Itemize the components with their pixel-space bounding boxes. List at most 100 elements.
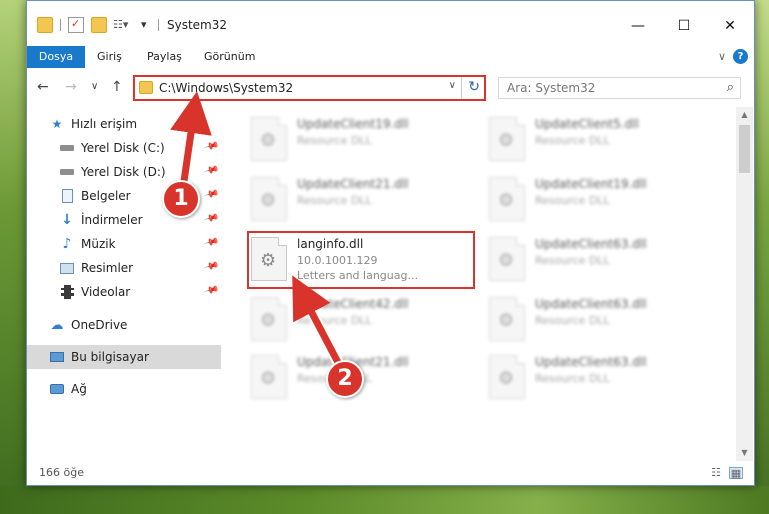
sidebar-item-label: Ağ (71, 382, 87, 396)
search-icon[interactable]: ⌕ (727, 80, 734, 95)
sidebar-item-ag[interactable]: Ağ (27, 377, 221, 401)
help-icon[interactable]: ? (733, 49, 748, 64)
dll-file-icon: ⚙ (489, 177, 525, 221)
close-button[interactable]: ✕ (707, 11, 753, 41)
computer-icon (49, 349, 65, 365)
sidebar-item-hizli-erisim[interactable]: ★ Hızlı erişim (27, 112, 221, 136)
cloud-icon: ☁ (50, 317, 64, 333)
dll-file-icon: ⚙ (489, 297, 525, 341)
address-path[interactable]: C:\Windows\System32 (159, 81, 293, 95)
navigation-pane: ★ Hızlı erişim Yerel Disk (C:) 📌 Yerel D… (27, 107, 221, 457)
file-list: ⚙ UpdateClient19.dll Resource DLL ⚙ Upda… (227, 107, 739, 461)
langinfo-highlight-box (247, 231, 475, 289)
address-divider (461, 77, 462, 99)
sidebar-item-onedrive[interactable]: ☁ OneDrive (27, 313, 221, 337)
quick-access-dropdown-icon[interactable]: ▾ (141, 17, 157, 33)
drive-icon (59, 164, 75, 180)
file-tile[interactable]: ⚙ UpdateClient63.dll Resource DLL (485, 351, 715, 403)
minimize-button[interactable]: — (615, 11, 661, 41)
step-badge-2: 2 (326, 360, 364, 398)
window-title: System32 (167, 18, 228, 32)
file-description: Resource DLL (297, 194, 372, 207)
file-tile[interactable]: ⚙ UpdateClient5.dll Resource DLL (485, 113, 715, 165)
vertical-scrollbar[interactable]: ▲ ▼ (736, 107, 753, 461)
status-bar: 166 öğe ☷ ▦ (27, 461, 754, 485)
sidebar-item-resimler[interactable]: Resimler 📌 (27, 256, 221, 280)
tab-paylas[interactable]: Paylaş (137, 46, 192, 68)
refresh-icon[interactable]: ↻ (468, 79, 480, 95)
sidebar-item-videolar[interactable]: Videolar 📌 (27, 280, 221, 304)
file-description: Resource DLL (535, 134, 610, 147)
sidebar-item-bu-bilgisayar[interactable]: Bu bilgisayar (27, 345, 221, 369)
tab-giris[interactable]: Giriş (87, 46, 132, 68)
pictures-icon (59, 260, 75, 276)
ribbon-collapse-button[interactable]: ∨ (718, 50, 726, 63)
title-bar: ✓ ☷▾ ▾ System32 — ☐ ✕ (27, 1, 754, 43)
search-box[interactable]: ⌕ (498, 77, 741, 99)
dll-file-icon: ⚙ (489, 237, 525, 281)
sidebar-item-label: Hızlı erişim (71, 117, 138, 131)
pin-icon[interactable]: 📌 (203, 139, 219, 155)
forward-button[interactable]: → (65, 79, 77, 95)
sidebar-item-label: Yerel Disk (C:) (81, 141, 165, 155)
navigation-bar: ← → ∨ ↑ C:\Windows\System32 ∨ ↻ ⌕ (27, 71, 754, 105)
address-bar[interactable]: C:\Windows\System32 ∨ ↻ (133, 75, 486, 101)
properties-icon[interactable]: ✓ (68, 17, 84, 33)
star-icon: ★ (51, 117, 63, 131)
music-icon: ♪ (62, 236, 72, 252)
file-description: Resource DLL (535, 372, 610, 385)
maximize-button[interactable]: ☐ (661, 11, 707, 41)
file-tile[interactable]: ⚙ UpdateClient21.dll Resource DLL (247, 173, 477, 225)
sidebar-item-label: Resimler (81, 261, 134, 275)
file-tile[interactable]: ⚙ UpdateClient42.dll Resource DLL (247, 293, 477, 345)
recent-locations-button[interactable]: ∨ (91, 81, 98, 92)
file-tile[interactable]: ⚙ UpdateClient63.dll Resource DLL (485, 293, 715, 345)
back-button[interactable]: ← (37, 79, 49, 95)
pin-icon[interactable]: 📌 (203, 283, 219, 299)
file-name: UpdateClient21.dll (297, 177, 409, 191)
search-input[interactable] (499, 78, 709, 98)
sidebar-item-label: OneDrive (71, 318, 128, 332)
file-tile[interactable]: ⚙ UpdateClient19.dll Resource DLL (485, 173, 715, 225)
pin-icon[interactable]: 📌 (203, 163, 219, 179)
file-tile[interactable]: ⚙ UpdateClient19.dll Resource DLL (247, 113, 477, 165)
drive-icon (59, 140, 75, 156)
dll-file-icon: ⚙ (251, 297, 287, 341)
sidebar-item-muzik[interactable]: ♪ Müzik 📌 (27, 232, 221, 256)
desktop-background-bottom (0, 486, 769, 514)
file-name: UpdateClient63.dll (535, 355, 647, 369)
tiles-view-icon[interactable]: ▦ (729, 467, 743, 480)
pin-icon[interactable]: 📌 (203, 187, 219, 203)
tab-dosya[interactable]: Dosya (27, 46, 85, 68)
pin-icon[interactable]: 📌 (203, 235, 219, 251)
file-description: Resource DLL (297, 134, 372, 147)
details-view-icon[interactable]: ☷ (709, 467, 723, 479)
pin-icon[interactable]: 📌 (203, 259, 219, 275)
sidebar-item-yerel-disk-d[interactable]: Yerel Disk (D:) 📌 (27, 160, 221, 184)
file-name: UpdateClient19.dll (297, 117, 409, 131)
new-folder-icon[interactable] (91, 17, 107, 33)
file-explorer-window: ✓ ☷▾ ▾ System32 — ☐ ✕ Dosya Giriş Paylaş… (26, 0, 755, 486)
sidebar-item-label: Müzik (81, 237, 116, 251)
file-name: UpdateClient19.dll (535, 177, 647, 191)
sidebar-item-yerel-disk-c[interactable]: Yerel Disk (C:) 📌 (27, 136, 221, 160)
quick-access-separator (60, 19, 61, 31)
sidebar-item-label: İndirmeler (81, 213, 143, 227)
up-button[interactable]: ↑ (111, 79, 123, 95)
pin-icon[interactable]: 📌 (203, 211, 219, 227)
dll-file-icon: ⚙ (489, 117, 525, 161)
scroll-thumb[interactable] (739, 125, 750, 173)
file-name: UpdateClient5.dll (535, 117, 639, 131)
sidebar-item-label: Yerel Disk (D:) (81, 165, 166, 179)
sidebar-item-label: Belgeler (81, 189, 131, 203)
download-icon: ↓ (61, 212, 73, 228)
step-badge-1: 1 (162, 180, 200, 218)
file-tile[interactable]: ⚙ UpdateClient63.dll Resource DLL (485, 233, 715, 285)
customize-toolbar-icon[interactable]: ☷▾ (113, 17, 129, 33)
address-dropdown-button[interactable]: ∨ (449, 80, 456, 91)
scroll-up-button[interactable]: ▲ (736, 107, 753, 123)
scroll-down-button[interactable]: ▼ (736, 445, 753, 461)
title-separator (158, 19, 159, 31)
file-name: UpdateClient63.dll (535, 297, 647, 311)
tab-gorunum[interactable]: Görünüm (194, 46, 265, 68)
